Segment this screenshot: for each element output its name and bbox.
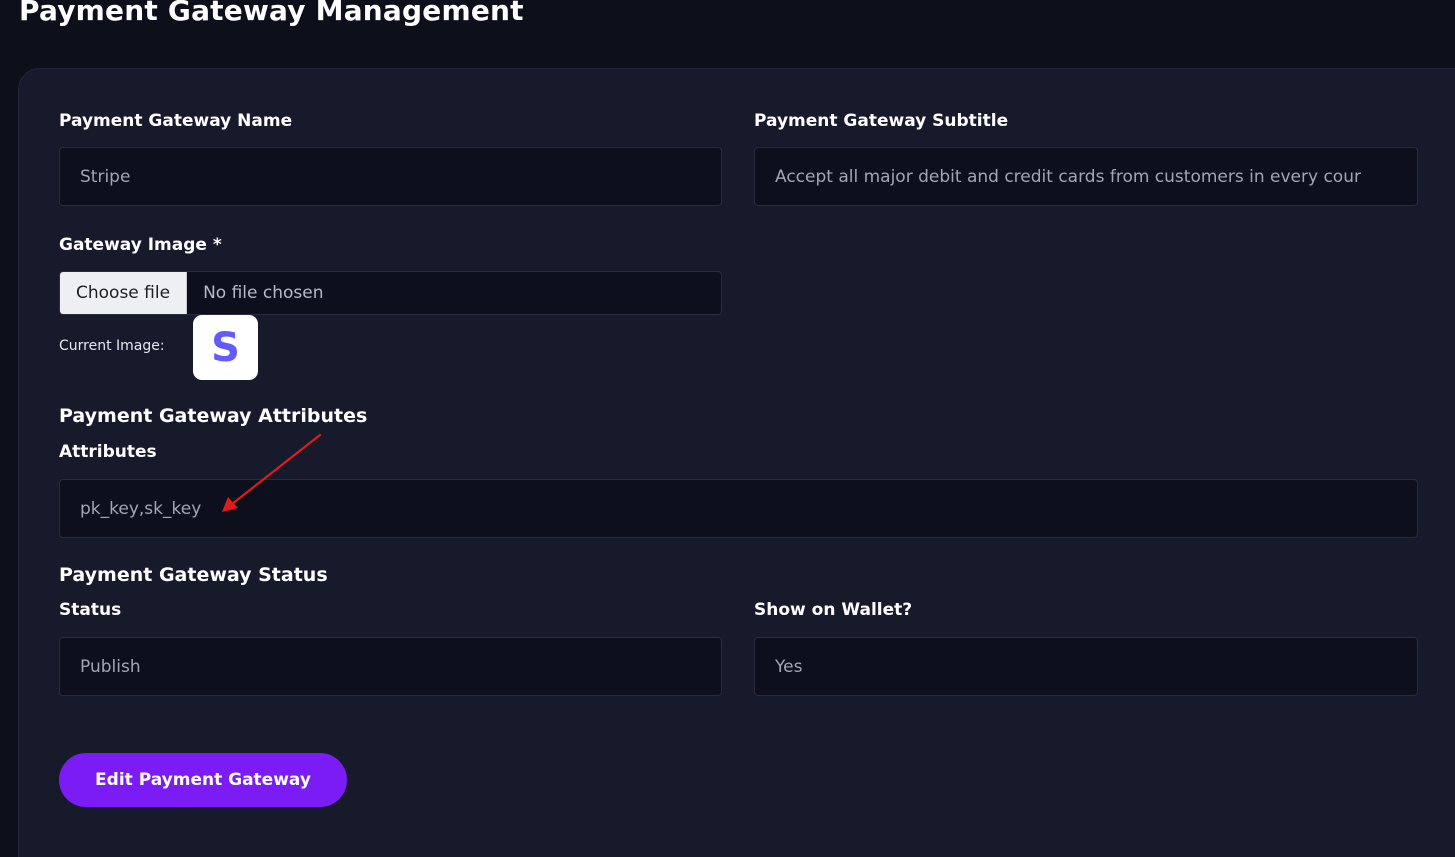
choose-file-button[interactable]: Choose file — [60, 272, 188, 314]
page-title: Payment Gateway Management — [19, 0, 524, 27]
attributes-input[interactable]: pk_key,sk_key — [59, 479, 1418, 538]
current-image-thumbnail: S — [193, 315, 258, 380]
status-select[interactable]: Publish — [59, 637, 722, 696]
attributes-label: Attributes — [59, 442, 157, 462]
attributes-section-title: Payment Gateway Attributes — [59, 405, 368, 427]
gateway-image-file-input[interactable]: Choose file No file chosen — [59, 271, 722, 315]
edit-payment-gateway-button[interactable]: Edit Payment Gateway — [59, 753, 347, 807]
gateway-name-input[interactable]: Stripe — [59, 147, 722, 206]
gateway-subtitle-label: Payment Gateway Subtitle — [754, 111, 1009, 131]
gateway-image-label: Gateway Image * — [59, 235, 222, 255]
show-on-wallet-select[interactable]: Yes — [754, 637, 1418, 696]
current-image-label: Current Image: — [59, 338, 165, 354]
gateway-subtitle-input[interactable]: Accept all major debit and credit cards … — [754, 147, 1418, 206]
stripe-logo-icon: S — [211, 324, 240, 371]
file-status-text: No file chosen — [203, 283, 324, 303]
show-on-wallet-label: Show on Wallet? — [754, 600, 913, 620]
status-section-title: Payment Gateway Status — [59, 564, 328, 586]
gateway-name-label: Payment Gateway Name — [59, 111, 293, 131]
status-label: Status — [59, 600, 122, 620]
